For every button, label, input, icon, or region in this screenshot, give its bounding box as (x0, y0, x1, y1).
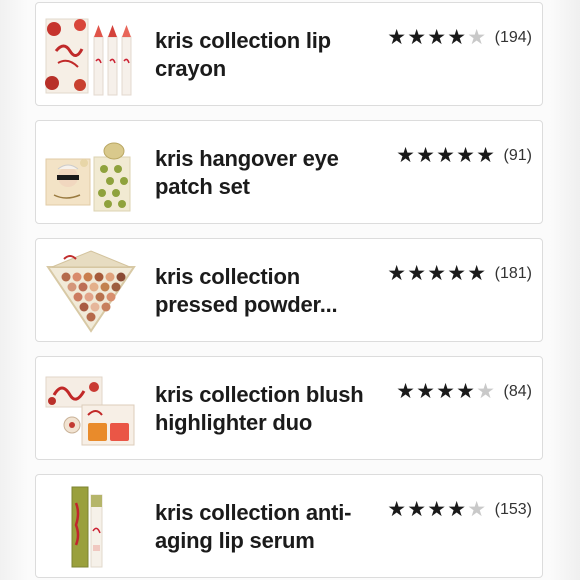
review-count: (84) (503, 383, 532, 400)
product-card[interactable]: kris collection lip crayon ★ ★ ★ ★ ★ (194) (35, 2, 543, 106)
product-title[interactable]: kris collection lip crayon (155, 27, 375, 83)
star-icon: ★ (476, 144, 495, 167)
star-icon: ★ (416, 380, 435, 403)
product-title[interactable]: kris collection blush highlighter duo (155, 381, 375, 437)
star-rating: ★ ★ ★ ★ ★ (396, 381, 496, 403)
product-title[interactable]: kris collection pressed powder... (155, 263, 375, 319)
review-count: (153) (494, 501, 532, 518)
product-image-blush-highlighter-duo[interactable] (44, 365, 138, 451)
star-icon: ★ (467, 262, 487, 285)
product-rating: ★ ★ ★ ★ ★ (181) (387, 263, 532, 285)
star-icon: ★ (396, 144, 415, 167)
star-rating: ★ ★ ★ ★ ★ (387, 263, 487, 285)
star-icon: ★ (447, 26, 467, 49)
product-title[interactable]: kris collection anti-aging lip serum (155, 499, 375, 555)
star-icon: ★ (407, 262, 427, 285)
star-icon: ★ (387, 498, 407, 521)
star-icon: ★ (427, 262, 447, 285)
review-count: (91) (503, 147, 532, 164)
star-icon: ★ (447, 262, 467, 285)
star-icon: ★ (447, 498, 467, 521)
product-rating: ★ ★ ★ ★ ★ (84) (396, 381, 532, 403)
product-card[interactable]: kris hangover eye patch set ★ ★ ★ ★ ★ (91) (35, 120, 543, 224)
star-icon: ★ (436, 380, 455, 403)
star-outline-icon: ★ (476, 380, 495, 403)
star-rating: ★ ★ ★ ★ ★ (387, 499, 487, 521)
product-card[interactable]: kris collection anti-aging lip serum ★ ★ ★… (35, 474, 543, 578)
product-image-pressed-powder-palette[interactable] (44, 247, 138, 333)
star-icon: ★ (407, 26, 427, 49)
product-card[interactable]: kris collection pressed powder... ★ ★ ★ ★ ★ … (35, 238, 543, 342)
background-edge-left (0, 0, 28, 580)
star-icon: ★ (427, 26, 447, 49)
star-icon: ★ (456, 144, 475, 167)
product-title[interactable]: kris hangover eye patch set (155, 145, 375, 201)
star-icon: ★ (427, 498, 447, 521)
product-rating: ★ ★ ★ ★ ★ (91) (396, 145, 532, 167)
background-edge-right (550, 0, 580, 580)
star-icon: ★ (436, 144, 455, 167)
star-icon: ★ (387, 26, 407, 49)
star-rating: ★ ★ ★ ★ ★ (387, 27, 487, 49)
star-icon: ★ (416, 144, 435, 167)
product-image-lip-crayon[interactable] (44, 11, 138, 97)
star-icon: ★ (407, 498, 427, 521)
review-count: (181) (494, 265, 532, 282)
star-icon: ★ (387, 262, 407, 285)
star-outline-icon: ★ (467, 498, 487, 521)
star-icon: ★ (396, 380, 415, 403)
product-rating: ★ ★ ★ ★ ★ (153) (387, 499, 532, 521)
product-rating: ★ ★ ★ ★ ★ (194) (387, 27, 532, 49)
star-icon: ★ (456, 380, 475, 403)
star-outline-icon: ★ (467, 26, 487, 49)
review-count: (194) (494, 29, 532, 46)
product-image-lip-serum[interactable] (44, 483, 138, 569)
product-card[interactable]: kris collection blush highlighter duo ★ ★… (35, 356, 543, 460)
star-rating: ★ ★ ★ ★ ★ (396, 145, 496, 167)
product-image-eye-patch-set[interactable] (44, 129, 138, 215)
